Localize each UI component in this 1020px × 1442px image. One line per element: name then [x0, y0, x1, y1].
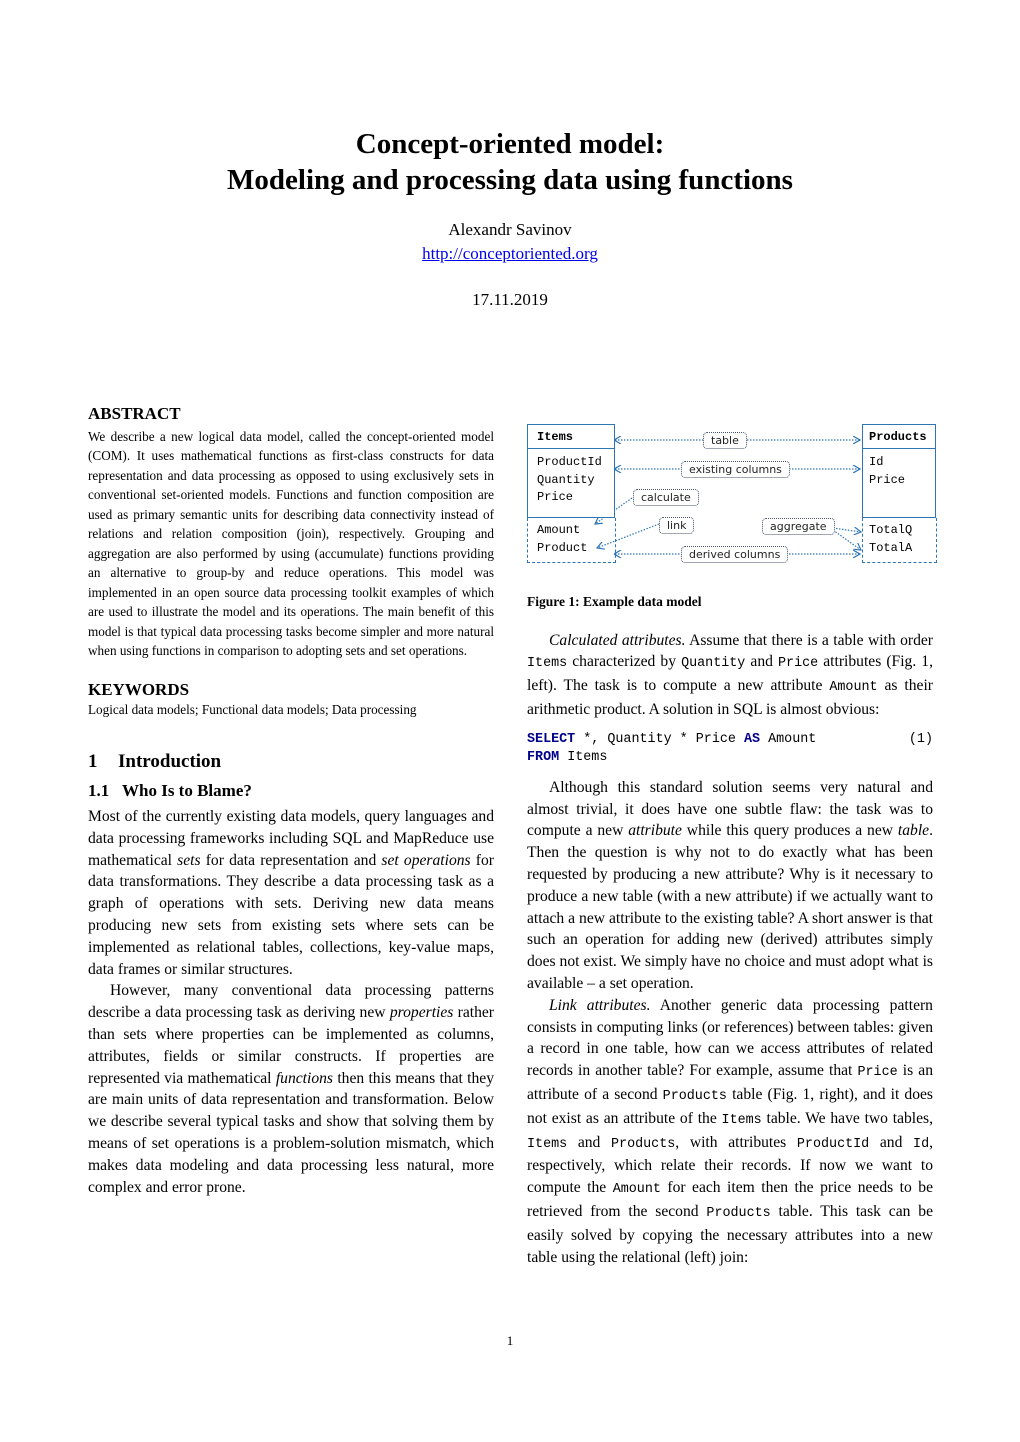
- items-table: Items ProductId Quantity Price: [527, 424, 615, 518]
- products-table-columns: Id Price: [863, 449, 935, 489]
- keywords-text: Logical data models; Functional data mod…: [88, 702, 417, 718]
- code-term: ProductId: [796, 1136, 870, 1152]
- text-run: Assume that there is a table with order: [685, 631, 933, 649]
- items-derived-columns: Amount Product: [527, 518, 616, 563]
- author-name: Alexandr Savinov: [448, 220, 572, 239]
- column-name: Quantity: [537, 472, 595, 487]
- code-line-2: FROM Items: [527, 749, 933, 767]
- section-heading-introduction: 1 Introduction: [88, 750, 494, 772]
- emphasis: Calculated attributes.: [549, 631, 686, 649]
- label-aggregate: aggregate: [762, 518, 835, 535]
- code-term: Price: [857, 1065, 898, 1081]
- products-derived-columns: TotalQ TotalA: [862, 518, 937, 563]
- text-run: characterized by: [567, 653, 682, 671]
- items-table-columns: ProductId Quantity Price: [528, 449, 614, 507]
- calculated-attributes-paragraph: Calculated attributes. Assume that there…: [527, 630, 933, 721]
- code-text: Amount: [760, 731, 817, 747]
- text-run: for data representation and: [200, 851, 382, 869]
- emphasis: sets: [177, 851, 201, 869]
- left-column: ABSTRACT We describe a new logical data …: [88, 404, 494, 1198]
- emphasis: attribute: [628, 822, 682, 840]
- paper-title: Concept-oriented model: Modeling and pro…: [0, 126, 1020, 198]
- sql-keyword: SELECT: [527, 731, 576, 747]
- products-table-header: Products: [863, 425, 935, 449]
- emphasis: table: [897, 822, 930, 840]
- text-run: table. We have two tables,: [761, 1109, 934, 1127]
- author-url-line: http://conceptoriented.org: [0, 244, 1020, 264]
- code-term: Id: [913, 1136, 930, 1152]
- text-run: . Then the question is why not to do exa…: [527, 822, 933, 992]
- right-column: Figure 1: Example data model Calculated …: [527, 592, 933, 1268]
- title-line-2: Modeling and processing data using funct…: [227, 164, 793, 196]
- code-term: Products: [662, 1088, 727, 1104]
- code-term: Products: [611, 1136, 676, 1152]
- intro-paragraph-2: However, many conventional data processi…: [88, 980, 494, 1198]
- figure-caption: Figure 1: Example data model: [527, 594, 702, 609]
- code-text: Items: [559, 749, 608, 765]
- author-url-link[interactable]: http://conceptoriented.org: [422, 244, 598, 263]
- sql-keyword: FROM: [527, 749, 560, 765]
- intro-paragraph-1: Most of the currently existing data mode…: [88, 806, 494, 980]
- code-term: Amount: [612, 1182, 661, 1198]
- text-run: while this query produces a new: [681, 822, 898, 840]
- column-name: ProductId: [537, 455, 602, 469]
- derived-column-name: TotalQ: [869, 523, 913, 537]
- items-table-header: Items: [528, 425, 614, 449]
- figure-1-diagram: Items ProductId Quantity Price Amount Pr…: [527, 424, 937, 568]
- emphasis: functions: [275, 1069, 334, 1087]
- abstract-heading: ABSTRACT: [88, 404, 181, 423]
- link-attributes-paragraph: Link attributes. Another generic data pr…: [527, 995, 933, 1269]
- text-run: and: [745, 653, 778, 671]
- products-table: Products Id Price: [862, 424, 936, 518]
- emphasis: set operations: [381, 851, 471, 869]
- text-run: for data transformations. They describe …: [88, 851, 494, 978]
- page-number: 1: [506, 1333, 514, 1348]
- column-name: Id: [869, 455, 884, 469]
- label-table: table: [703, 432, 747, 449]
- code-text: *, Quantity * Price: [575, 731, 744, 747]
- text-run: then this means that they are main units…: [88, 1069, 494, 1196]
- code-term: Amount: [829, 680, 878, 696]
- connector-aggregate-q: [832, 528, 861, 532]
- label-link: link: [659, 517, 695, 534]
- code-term: Items: [527, 1136, 568, 1152]
- text-run: and: [869, 1133, 914, 1151]
- subsection-title: Who Is to Blame?: [122, 781, 252, 801]
- code-line-1: SELECT *, Quantity * Price AS Amount (1): [527, 731, 933, 749]
- publication-date: 17.11.2019: [472, 290, 548, 309]
- subsection-number: 1.1: [88, 781, 110, 801]
- abstract-text: We describe a new logical data model, ca…: [88, 428, 494, 659]
- subsection-heading: 1.1 Who Is to Blame?: [88, 781, 494, 801]
- code-term: Price: [778, 656, 819, 672]
- sql-code-block-1: SELECT *, Quantity * Price AS Amount (1) F…: [527, 731, 933, 767]
- derived-column-name: Product: [537, 540, 588, 555]
- sql-keyword: AS: [743, 731, 761, 747]
- text-run: and: [567, 1133, 611, 1151]
- equation-number: (1): [908, 731, 933, 747]
- code-term: Products: [706, 1205, 771, 1221]
- label-derived-columns: derived columns: [681, 546, 789, 563]
- code-term: Quantity: [681, 656, 746, 672]
- derived-column-name: Amount: [537, 523, 581, 537]
- emphasis: properties: [389, 1004, 454, 1022]
- section-title: Introduction: [118, 750, 222, 772]
- section-number: 1: [88, 750, 98, 772]
- label-existing-columns: existing columns: [681, 461, 790, 478]
- text-run: , with attributes: [675, 1133, 797, 1151]
- flaw-paragraph: Although this standard solution seems ve…: [527, 777, 933, 995]
- derived-column-name: TotalA: [869, 540, 913, 555]
- column-name: Price: [869, 472, 906, 487]
- code-term: Items: [721, 1112, 762, 1128]
- label-calculate: calculate: [633, 489, 699, 506]
- keywords-heading: KEYWORDS: [88, 679, 190, 699]
- column-name: Price: [537, 490, 574, 504]
- code-term: Items: [527, 656, 568, 672]
- connector-aggregate-a: [832, 529, 861, 550]
- title-line-1: Concept-oriented model:: [355, 128, 665, 160]
- emphasis: Link attributes.: [549, 996, 651, 1014]
